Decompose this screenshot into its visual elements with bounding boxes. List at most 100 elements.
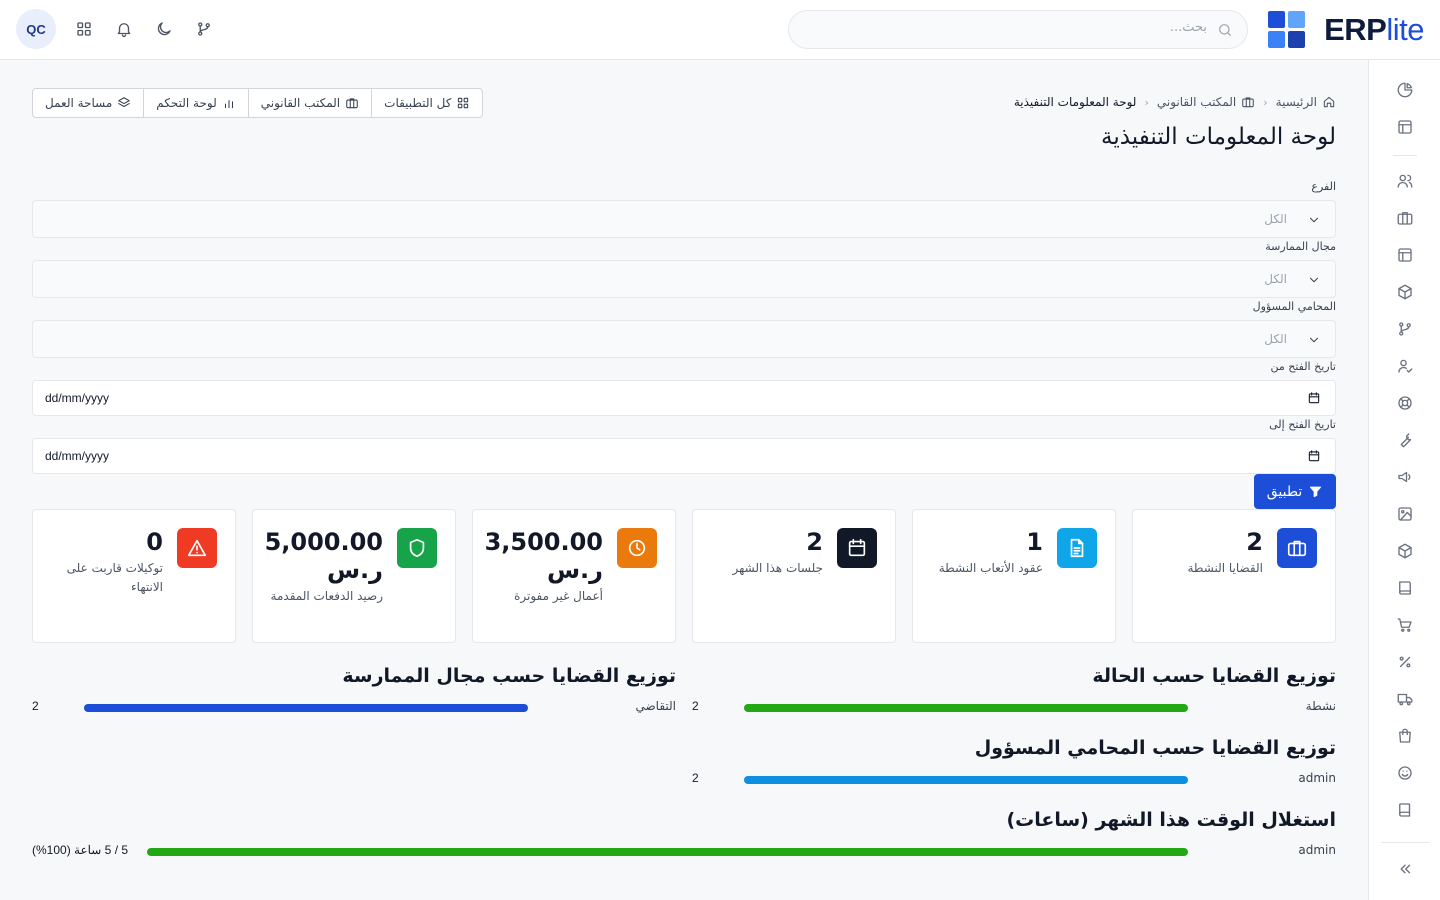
bell-icon [117, 23, 131, 38]
logo-mark-icon [1268, 11, 1306, 49]
dashboard-button[interactable]: لوحة التحكم [143, 89, 248, 117]
truck-icon [1397, 693, 1413, 706]
page-title: لوحة المعلومات التنفيذية [1101, 124, 1336, 150]
stat-value: 5,000.00 ر.س [264, 528, 383, 584]
breadcrumb: الرئيسية ‹ المكتب القانوني ‹ لوحة المعلو… [1014, 95, 1336, 109]
quick-nav: كل التطبيقات المكتب القانوني لوحة التحكم… [32, 88, 484, 118]
percent-icon [1399, 656, 1411, 668]
sidebar-item-maintenance[interactable] [1394, 429, 1416, 451]
sidebar-item-hr[interactable] [1394, 355, 1416, 377]
sidebar-collapse-button[interactable] [1394, 858, 1416, 880]
sidebar-item-products[interactable] [1394, 281, 1416, 303]
global-search[interactable] [788, 10, 1248, 49]
sidebar-item-inventory[interactable] [1394, 540, 1416, 562]
bar-label: admin [1298, 771, 1336, 785]
bar-value: 2 [692, 771, 699, 785]
notifications-button[interactable] [106, 11, 142, 47]
sidebar-item-marketing[interactable] [1394, 466, 1416, 488]
notebook-icon [1399, 803, 1411, 817]
sidebar-item-cases[interactable] [1394, 207, 1416, 229]
apps-grid-button[interactable] [66, 11, 102, 47]
sidebar-item-layout[interactable] [1394, 116, 1416, 138]
sidebar-item-delivery[interactable] [1394, 688, 1416, 710]
top-bar: ERPlite QC [0, 0, 1440, 60]
chevron-down-icon [1309, 217, 1319, 223]
lawyer-filter-select[interactable]: الكل [32, 320, 1336, 358]
practice-area-filter-label: مجال الممارسة [1265, 240, 1336, 253]
sidebar-item-crm[interactable] [1394, 762, 1416, 784]
stat-label: عقود الأتعاب النشطة [938, 561, 1043, 575]
apply-filters-label: تطبيق [1266, 483, 1303, 500]
sidebar-item-sales[interactable] [1394, 614, 1416, 636]
workspace-button[interactable]: مساحة العمل [33, 89, 143, 117]
breadcrumb-section[interactable]: المكتب القانوني [1157, 95, 1255, 109]
bar-fill [84, 704, 528, 712]
megaphone-icon [1398, 471, 1411, 483]
sidebar-item-users[interactable] [1394, 170, 1416, 192]
stat-value: 0 [146, 528, 163, 556]
breadcrumb-separator-icon: ‹ [1263, 95, 1268, 109]
apps-grid-icon [77, 22, 91, 36]
git-branch-icon [1399, 322, 1411, 336]
chevron-down-icon [1309, 277, 1319, 283]
shopping-bag-icon [1399, 728, 1411, 743]
branch-switch-button[interactable] [186, 11, 222, 47]
stat-value: 2 [1246, 528, 1263, 556]
calendar-icon[interactable] [1307, 391, 1321, 405]
legal-office-button[interactable]: المكتب القانوني [247, 89, 371, 117]
stat-value: 2 [806, 528, 823, 556]
sidebar-item-analytics[interactable] [1394, 79, 1416, 101]
apply-filters-button[interactable]: تطبيق [1254, 474, 1336, 509]
table-icon [1398, 248, 1412, 262]
bar-chart-icon [224, 100, 233, 109]
practice-area-filter-select[interactable]: الكل [32, 260, 1336, 298]
briefcase-icon [1397, 212, 1413, 225]
branch-filter-label: الفرع [1311, 180, 1336, 193]
smile-icon [1398, 766, 1412, 780]
theme-toggle-button[interactable] [146, 11, 182, 47]
stat-card-active-cases: 2 القضايا النشطة [1132, 509, 1336, 643]
bar-fill [744, 704, 1188, 712]
sidebar-bottom-divider [1381, 842, 1429, 843]
stat-label: أعمال غير مفوترة [514, 589, 603, 603]
breadcrumb-home[interactable]: الرئيسية [1276, 95, 1336, 109]
opened-from-value: dd/mm/yyyy [45, 391, 110, 405]
status-distribution-title: توزيع القضايا حسب الحالة [1092, 665, 1336, 687]
all-apps-button[interactable]: كل التطبيقات [371, 89, 482, 117]
stat-label: توكيلات قاربت على الانتهاء [66, 561, 163, 594]
user-avatar[interactable]: QC [16, 9, 56, 49]
sidebar-item-discounts[interactable] [1394, 651, 1416, 673]
shield-icon [397, 528, 437, 568]
app-logo[interactable]: ERPlite [1268, 10, 1424, 50]
document-icon [1057, 528, 1097, 568]
calendar-icon[interactable] [1307, 449, 1321, 463]
cart-icon [1397, 618, 1412, 632]
sidebar-item-table[interactable] [1394, 244, 1416, 266]
stat-label: رصيد الدفعات المقدمة [270, 589, 383, 603]
branch-filter-select[interactable]: الكل [32, 200, 1336, 238]
sidebar-item-knowledge[interactable] [1394, 799, 1416, 821]
bar-label: admin [1298, 843, 1336, 857]
apps-grid-icon [458, 97, 469, 109]
bar-value: 5 / 5 ساعة (100%) [32, 843, 129, 857]
collapse-icon [1400, 864, 1411, 874]
opened-to-value: dd/mm/yyyy [45, 449, 110, 463]
layout-icon [1398, 120, 1412, 134]
opened-to-date-input[interactable]: dd/mm/yyyy [32, 438, 1336, 474]
sidebar-item-support[interactable] [1394, 392, 1416, 414]
search-input[interactable] [827, 20, 1207, 35]
sidebar-item-media[interactable] [1394, 503, 1416, 525]
lifebuoy-icon [1398, 396, 1412, 410]
stat-label: جلسات هذا الشهر [732, 561, 824, 575]
main-content: الرئيسية ‹ المكتب القانوني ‹ لوحة المعلو… [0, 60, 1368, 900]
opened-from-date-input[interactable]: dd/mm/yyyy [32, 380, 1336, 416]
sidebar-item-workflow[interactable] [1394, 318, 1416, 340]
bar-fill [744, 776, 1188, 784]
book-icon [1399, 581, 1411, 595]
sidebar-item-purchases[interactable] [1394, 725, 1416, 747]
stat-card-sessions-this-month: 2 جلسات هذا الشهر [692, 509, 896, 643]
sidebar-item-accounting[interactable] [1394, 577, 1416, 599]
warning-icon [177, 528, 217, 568]
all-apps-label: كل التطبيقات [384, 96, 452, 110]
opened-from-label: تاريخ الفتح من [1270, 360, 1336, 373]
